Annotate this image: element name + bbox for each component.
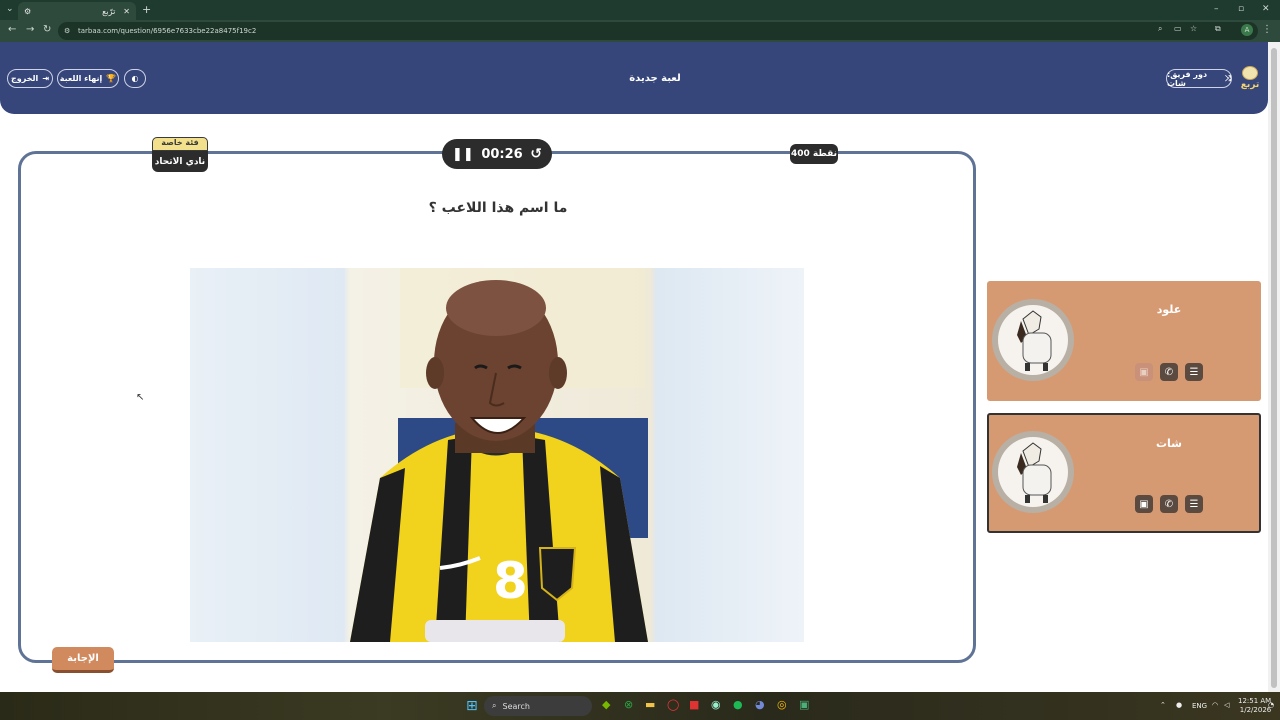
app-header: الخروج ⇥ إنهاء اللعبة 🏆 ◐ لعبة جديدة دور… <box>0 42 1268 114</box>
logo-mascot-icon <box>1242 66 1258 80</box>
profile-avatar[interactable]: A <box>1241 24 1253 36</box>
category-name: نادي الاتحاد <box>152 151 208 172</box>
language-indicator[interactable]: ENG <box>1192 702 1207 710</box>
theme-toggle-button[interactable]: ◐ <box>124 69 146 88</box>
team-lifeline-call-button[interactable]: ✆ <box>1160 363 1178 381</box>
team-card-2: شات ▣ ✆ ☰ <box>987 413 1261 533</box>
notification-bell-icon[interactable]: ◔ <box>1268 701 1274 709</box>
exit-label: الخروج <box>11 74 39 83</box>
address-bar-row: ← → ↻ ⚙ tarbaa.com/question/6956e7633cbe… <box>0 20 1280 42</box>
clock[interactable]: 12:51 AM 1/2/2026 <box>1238 697 1271 715</box>
timer-value: 00:26 <box>481 146 523 162</box>
search-label: Search <box>502 701 530 711</box>
tab-favicon-icon: ⚙ <box>24 6 32 16</box>
taskbar-search[interactable]: ⌕ Search <box>484 696 592 716</box>
minimize-icon[interactable]: – <box>1214 4 1219 14</box>
player-photo: 8 <box>190 268 804 642</box>
category-tag: فئة خاصة <box>152 137 208 151</box>
phone-icon: ✆ <box>1164 366 1174 378</box>
close-window-icon[interactable]: ✕ <box>1262 4 1270 14</box>
team-avatar <box>992 431 1074 513</box>
shuffle-icon: ⤨ <box>1224 73 1231 83</box>
spotify-icon[interactable]: ● <box>733 698 743 711</box>
search-icon: ⌕ <box>492 701 497 710</box>
windows-taskbar: ⊞ ⌕ Search ◆ ⊗ ▬ ◯ ■ ◉ ● ◕ ◎ ▣ ⌃ ● ENG ◠… <box>0 692 1280 720</box>
tab-title: ترّبع <box>102 6 116 16</box>
tab-close-icon[interactable]: ✕ <box>123 7 130 16</box>
discord-icon[interactable]: ◕ <box>755 698 765 711</box>
extensions-icon[interactable]: ⧉ <box>1215 24 1221 34</box>
team-name: علود <box>1156 303 1182 316</box>
reset-timer-icon[interactable]: ↺ <box>530 146 542 162</box>
end-game-button[interactable]: إنهاء اللعبة 🏆 <box>57 69 119 88</box>
bookmark-star-icon[interactable]: ☆ <box>1190 24 1197 33</box>
tray-mic-icon[interactable]: ● <box>1176 701 1182 709</box>
zoom-icon[interactable]: ⌕ <box>1158 24 1162 34</box>
exit-icon: ⇥ <box>42 74 49 83</box>
timer-pill: ❚❚ 00:26 ↺ <box>442 139 552 169</box>
horse-mascot-icon <box>1017 442 1052 503</box>
url-field[interactable]: ⚙ tarbaa.com/question/6956e7633cbe22a847… <box>58 22 1258 40</box>
reload-icon[interactable]: ↻ <box>43 24 51 35</box>
tab-list-icon[interactable]: ⌄ <box>6 4 14 14</box>
team-avatar <box>992 299 1074 381</box>
logo-text: تربع <box>1240 80 1260 90</box>
xbox-icon[interactable]: ⊗ <box>624 698 633 711</box>
team-lifeline-list-button[interactable]: ☰ <box>1185 363 1203 381</box>
team-lifeline-photo-button[interactable]: ▣ <box>1135 363 1153 381</box>
wifi-icon[interactable]: ◠ <box>1212 701 1218 709</box>
scrollbar-thumb[interactable] <box>1271 48 1277 688</box>
file-explorer-icon[interactable]: ▬ <box>645 698 655 711</box>
maximize-icon[interactable]: ▫ <box>1238 4 1244 14</box>
points-badge: 400 نقطة <box>790 144 838 164</box>
show-answer-button[interactable]: الإجابة <box>52 647 114 673</box>
category-badge: فئة خاصة نادي الاتحاد <box>152 137 208 172</box>
back-icon[interactable]: ← <box>8 24 16 35</box>
photo-icon: ▣ <box>1139 366 1149 378</box>
clock-time: 12:51 AM <box>1238 697 1272 705</box>
game-title: لعبة جديدة <box>629 73 681 84</box>
url-text: tarbaa.com/question/6956e7633cbe22a8475f… <box>78 27 257 35</box>
tray-chevron-icon[interactable]: ⌃ <box>1160 701 1166 709</box>
cast-icon[interactable]: ▭ <box>1174 24 1182 33</box>
team-lifeline-photo-button[interactable]: ▣ <box>1135 495 1153 513</box>
exit-button[interactable]: الخروج ⇥ <box>7 69 53 88</box>
site-info-icon[interactable]: ⚙ <box>64 27 70 35</box>
tarbaa-logo[interactable]: تربع <box>1238 66 1262 96</box>
browser-tab[interactable]: ⚙ ترّبع ✕ <box>18 2 136 20</box>
opera-icon[interactable]: ◯ <box>667 698 679 711</box>
horse-mascot-icon <box>1017 310 1052 371</box>
team-card-1: علود ▣ ✆ ☰ <box>987 281 1261 401</box>
app-icon[interactable]: ■ <box>689 698 699 711</box>
clock-date: 1/2/2026 <box>1239 706 1272 714</box>
team-lifeline-call-button[interactable]: ✆ <box>1160 495 1178 513</box>
palette-icon: ◐ <box>131 74 139 83</box>
turn-label: دور فريق: شات <box>1167 69 1208 88</box>
menu-dots-icon[interactable]: ⋮ <box>1262 24 1272 35</box>
windows-start-icon[interactable]: ⊞ <box>466 698 478 714</box>
chrome-icon[interactable]: ◎ <box>777 698 787 711</box>
team-lifeline-list-button[interactable]: ☰ <box>1185 495 1203 513</box>
volume-icon[interactable]: ◁ <box>1224 701 1229 709</box>
team-name: شات <box>1155 437 1182 450</box>
pause-icon[interactable]: ❚❚ <box>452 147 474 162</box>
phone-icon: ✆ <box>1164 498 1174 510</box>
forward-icon[interactable]: → <box>26 24 34 35</box>
player-illustration: 8 <box>350 268 648 642</box>
question-text: ما اسم هذا اللاعب ؟ <box>428 200 568 216</box>
list-icon: ☰ <box>1189 366 1199 378</box>
chrome-profile-icon[interactable]: ▣ <box>799 698 809 711</box>
browser-tab-bar: ⌄ ⚙ ترّبع ✕ + – ▫ ✕ <box>0 0 1280 20</box>
page-scrollbar[interactable] <box>1268 42 1280 692</box>
steam-icon[interactable]: ◉ <box>711 698 721 711</box>
trophy-icon: 🏆 <box>106 74 117 83</box>
new-tab-button[interactable]: + <box>142 3 151 16</box>
mouse-cursor-icon: ↖ <box>136 392 145 403</box>
photo-icon: ▣ <box>1139 498 1149 510</box>
list-icon: ☰ <box>1189 498 1199 510</box>
team-turn-button[interactable]: دور فريق: شات ⤨ <box>1166 69 1232 88</box>
nvidia-icon[interactable]: ◆ <box>602 698 610 711</box>
end-game-label: إنهاء اللعبة <box>59 74 103 83</box>
jersey-number: 8 <box>493 552 528 610</box>
